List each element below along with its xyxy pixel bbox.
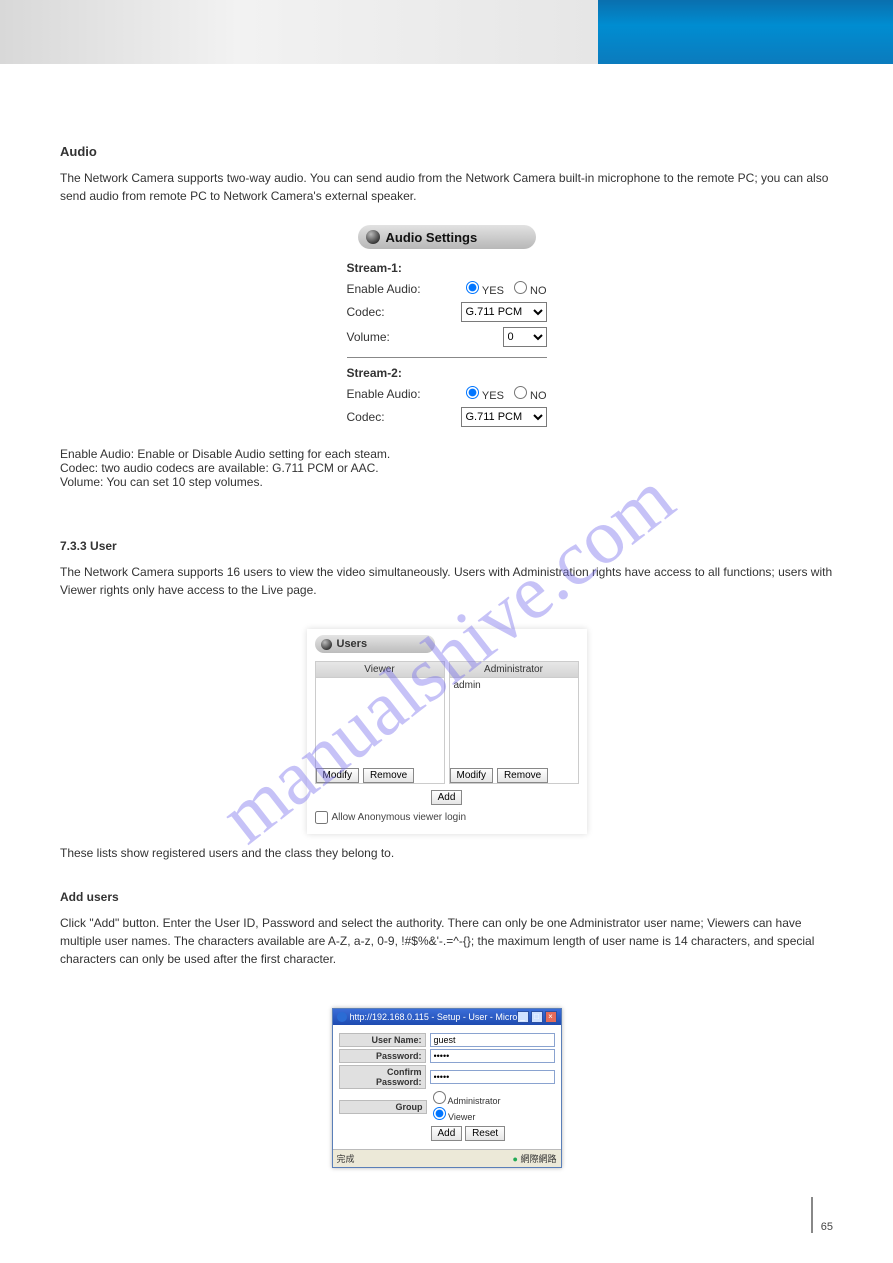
anon-label: Allow Anonymous viewer login <box>332 812 467 823</box>
group-label: Group <box>339 1100 427 1114</box>
group-admin-label: Administrator <box>448 1096 501 1106</box>
stream1-no-radio[interactable]: NO <box>514 281 547 297</box>
stream1-yes-radio[interactable]: YES <box>466 281 504 297</box>
users-section-title: 7.3.3 User <box>60 539 833 553</box>
viewer-header: Viewer <box>316 662 444 678</box>
stream2-no-radio[interactable]: NO <box>514 386 547 402</box>
audio-note-1: Codec: two audio codecs are available: G… <box>60 461 833 475</box>
no-label-2: NO <box>530 390 547 402</box>
ie-icon <box>337 1012 347 1022</box>
users-pill: Users <box>315 635 435 653</box>
stream1-enable-label: Enable Audio: <box>347 282 435 296</box>
password-input[interactable] <box>430 1049 555 1063</box>
yes-label-2: YES <box>482 390 504 402</box>
divider <box>347 357 547 358</box>
popup-statusbar: 完成 ● 網際網路 <box>333 1149 561 1167</box>
confirm-password-input[interactable] <box>430 1070 555 1084</box>
add-users-heading: Add users <box>60 890 833 904</box>
add-user-button[interactable]: Add <box>431 790 463 805</box>
minimize-icon[interactable]: _ <box>517 1011 529 1023</box>
admin-modify-button[interactable]: Modify <box>450 768 493 783</box>
audio-settings-panel: Stream-1: Enable Audio: YES NO Codec: G.… <box>347 261 547 427</box>
admin-remove-button[interactable]: Remove <box>497 768 548 783</box>
anon-checkbox-input[interactable] <box>315 811 328 824</box>
users-pill-label: Users <box>337 638 368 650</box>
audio-note-2: Volume: You can set 10 step volumes. <box>60 475 833 489</box>
users-intro: The Network Camera supports 16 users to … <box>60 563 833 599</box>
banner-right <box>598 0 893 64</box>
anonymous-checkbox[interactable]: Allow Anonymous viewer login <box>315 811 579 824</box>
users-list-desc: These lists show registered users and th… <box>60 846 833 860</box>
group-admin-radio[interactable]: Administrator <box>433 1091 501 1106</box>
stream2-codec-select[interactable]: G.711 PCM <box>461 407 547 427</box>
status-left: 完成 <box>337 1152 355 1165</box>
audio-note-0: Enable Audio: Enable or Disable Audio se… <box>60 447 833 461</box>
globe-icon: ● <box>513 1154 518 1164</box>
popup-add-button[interactable]: Add <box>431 1126 463 1141</box>
username-label: User Name: <box>339 1033 426 1047</box>
bullet-icon <box>366 230 380 244</box>
banner-left <box>0 0 598 64</box>
popup-titlebar: http://192.168.0.115 - Setup - User - Mi… <box>333 1009 561 1025</box>
bullet-icon <box>321 639 332 650</box>
viewer-list[interactable] <box>316 678 444 764</box>
confirm-password-label: Confirm Password: <box>339 1065 426 1089</box>
yes-label: YES <box>482 285 504 297</box>
viewer-column: Viewer Modify Remove <box>315 661 445 784</box>
close-icon[interactable]: × <box>545 1011 557 1023</box>
add-user-popup: http://192.168.0.115 - Setup - User - Mi… <box>332 1008 562 1168</box>
stream2-yes-radio[interactable]: YES <box>466 386 504 402</box>
admin-list[interactable]: admin <box>450 678 578 764</box>
list-item: admin <box>454 680 481 691</box>
users-panel: Users Viewer Modify Remove Administrator… <box>307 629 587 834</box>
stream1-codec-label: Codec: <box>347 305 435 319</box>
status-right: 網際網路 <box>520 1154 556 1164</box>
password-label: Password: <box>339 1049 426 1063</box>
viewer-modify-button[interactable]: Modify <box>316 768 359 783</box>
stream1-volume-select[interactable]: 0 <box>503 327 547 347</box>
stream1-volume-label: Volume: <box>347 330 435 344</box>
group-viewer-label: Viewer <box>448 1112 475 1122</box>
audio-intro: The Network Camera supports two-way audi… <box>60 169 833 205</box>
audio-settings-label: Audio Settings <box>386 230 478 245</box>
stream1-codec-select[interactable]: G.711 PCM <box>461 302 547 322</box>
stream2-title: Stream-2: <box>347 366 547 380</box>
maximize-icon[interactable]: □ <box>531 1011 543 1023</box>
popup-reset-button[interactable]: Reset <box>465 1126 505 1141</box>
add-users-desc: Click "Add" button. Enter the User ID, P… <box>60 914 833 968</box>
group-viewer-radio[interactable]: Viewer <box>433 1107 501 1122</box>
admin-header: Administrator <box>450 662 578 678</box>
audio-settings-pill: Audio Settings <box>358 225 536 249</box>
username-input[interactable] <box>430 1033 555 1047</box>
top-banner <box>0 0 893 64</box>
viewer-remove-button[interactable]: Remove <box>363 768 414 783</box>
admin-column: Administrator admin Modify Remove <box>449 661 579 784</box>
page-number: 65 <box>811 1197 833 1233</box>
stream2-enable-label: Enable Audio: <box>347 387 435 401</box>
popup-title-text: http://192.168.0.115 - Setup - User - Mi… <box>350 1012 517 1022</box>
stream1-title: Stream-1: <box>347 261 547 275</box>
no-label: NO <box>530 285 547 297</box>
section-audio-title: Audio <box>60 144 833 159</box>
stream2-codec-label: Codec: <box>347 410 435 424</box>
